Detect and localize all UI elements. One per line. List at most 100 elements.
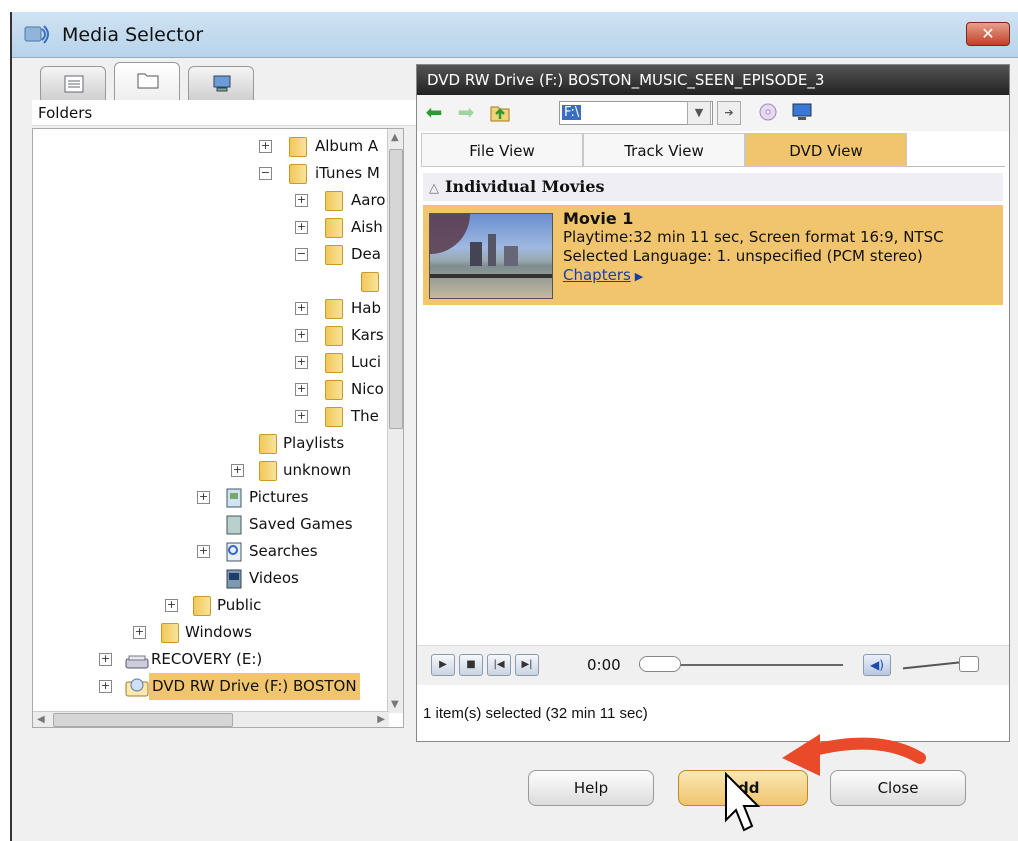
window-close-button[interactable]: ✕ [966,22,1010,46]
tree-node-label: Playlists [283,434,345,452]
collapse-icon[interactable]: − [259,167,272,180]
tree-node-label: Searches [249,542,318,560]
expand-icon[interactable]: + [165,599,178,612]
expand-icon[interactable]: + [99,680,112,693]
tree-node[interactable]: + Luci [33,349,389,376]
tree-node-label: Aaro [351,191,386,209]
tree-node[interactable]: + RECOVERY (E:) [33,646,389,673]
tab-folders[interactable] [114,62,180,100]
thumbnail-building [488,234,496,266]
tab-dvd-view[interactable]: DVD View [745,133,907,167]
expand-icon[interactable]: + [295,221,308,234]
monitor-icon[interactable] [791,101,813,123]
tree-node[interactable]: Saved Games [33,511,389,538]
next-icon[interactable]: ▶| [515,654,539,676]
tree-node-label: DVD RW Drive (F:) BOSTON [149,673,360,700]
tree-node-label: Dea [351,245,381,263]
tree-node[interactable]: + Windows [33,619,389,646]
folder-icon [259,461,277,481]
chapters-link[interactable]: Chapters [563,266,631,284]
folder-tree[interactable]: + Album A − iTunes M + Aaro + Aish − Dea… [32,128,404,728]
tree-node[interactable]: + Kars [33,322,389,349]
volume-track[interactable] [903,660,967,670]
scroll-thumb[interactable] [53,713,233,727]
tree-node[interactable]: + The [33,403,389,430]
seek-slider[interactable] [639,656,681,672]
tree-horizontal-scrollbar[interactable]: ◀ ▶ [33,711,389,727]
chapters-arrow-icon[interactable]: ▶ [635,270,643,283]
help-button[interactable]: Help [528,770,654,806]
tree-vertical-scrollbar[interactable]: ▲ ▼ [387,129,403,713]
thumbnail-building [504,246,518,266]
up-folder-icon[interactable] [489,101,511,123]
expand-icon[interactable]: + [295,194,308,207]
playback-time: 0:00 [587,656,621,674]
play-icon[interactable]: ▶ [431,654,455,676]
tree-node[interactable]: + Aaro [33,187,389,214]
expand-icon[interactable]: + [133,626,146,639]
individual-movies-header[interactable]: △ Individual Movies [423,173,1003,201]
scroll-thumb[interactable] [389,149,403,429]
folder-icon [325,380,343,400]
tree-node[interactable]: + Album A [33,133,389,160]
tree-node[interactable] [33,268,389,295]
volume-slider[interactable] [959,656,979,672]
tree-node[interactable]: + Hab [33,295,389,322]
tree-node[interactable]: + Public [33,592,389,619]
scroll-up-arrow-icon[interactable]: ▲ [391,132,399,143]
dvd-drive-icon [125,678,149,697]
expand-icon[interactable]: + [295,410,308,423]
eject-disc-icon[interactable] [757,101,779,123]
expand-icon[interactable]: + [259,140,272,153]
scroll-down-arrow-icon[interactable]: ▼ [391,699,399,710]
movie-item[interactable]: Movie 1 Playtime:32 min 11 sec, Screen f… [423,205,1003,305]
tree-node[interactable]: Videos [33,565,389,592]
expand-icon[interactable]: + [295,383,308,396]
tab-track-view[interactable]: Track View [583,133,745,167]
scroll-right-arrow-icon[interactable]: ▶ [377,714,385,725]
path-dropdown-arrow-icon[interactable]: ▼ [687,101,711,125]
go-arrow-icon[interactable]: ➔ [717,101,741,125]
tree-node[interactable]: + Nico [33,376,389,403]
view-tabs: File View Track View DVD View [421,133,1005,167]
navigation-toolbar: ⬅ ➡ F:\ ▼ ➔ [417,95,1009,131]
tree-node[interactable]: + Searches [33,538,389,565]
expand-icon[interactable]: + [231,464,244,477]
tree-node[interactable]: − iTunes M [33,160,389,187]
folder-icon [137,73,159,89]
forward-arrow-icon[interactable]: ➡ [455,101,477,123]
tab-computer[interactable] [188,66,254,100]
back-arrow-icon[interactable]: ⬅ [423,101,445,123]
expand-icon[interactable]: + [197,491,210,504]
window-title: Media Selector [62,24,204,46]
videos-icon [226,569,242,589]
path-text: F:\ [562,105,582,120]
expand-icon[interactable]: + [295,302,308,315]
tree-node-selected[interactable]: + DVD RW Drive (F:) BOSTON [33,673,389,700]
tree-node[interactable]: + Pictures [33,484,389,511]
expand-icon[interactable]: + [295,356,308,369]
tree-node-label: Aish [351,218,383,236]
expand-icon[interactable]: + [295,329,308,342]
tab-file-view[interactable]: File View [421,133,583,167]
folders-panel: Folders + Album A − iTunes M + Aaro + Ai… [32,62,416,742]
volume-icon[interactable]: ◀) [863,654,891,676]
tree-node[interactable]: − Dea [33,241,389,268]
scroll-left-arrow-icon[interactable]: ◀ [37,714,45,725]
tab-list-view[interactable] [40,66,106,100]
folder-icon [361,272,379,292]
expand-icon[interactable]: + [197,545,210,558]
previous-icon[interactable]: |◀ [487,654,511,676]
tree-node[interactable]: Playlists [33,430,389,457]
movie-playtime: Playtime:32 min 11 sec, Screen format 16… [563,228,944,246]
collapse-triangle-icon[interactable]: △ [429,181,439,196]
tree-node-label: Saved Games [249,515,353,533]
tree-node-label: Kars [351,326,384,344]
player-controls: ▶ ■ |◀ ▶| 0:00 ◀) [417,645,1009,685]
tree-node-label: RECOVERY (E:) [151,650,263,668]
tree-node[interactable]: + Aish [33,214,389,241]
collapse-icon[interactable]: − [295,248,308,261]
expand-icon[interactable]: + [99,653,112,666]
tree-node[interactable]: + unknown [33,457,389,484]
stop-icon[interactable]: ■ [459,654,483,676]
